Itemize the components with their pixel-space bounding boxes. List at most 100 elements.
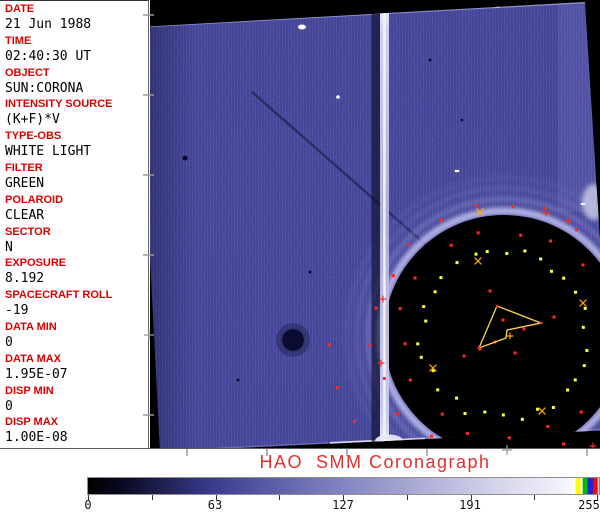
red-ring-marker <box>575 228 579 232</box>
colorbar-label: 255 <box>578 498 600 512</box>
metadata-field: SECTOR N <box>5 226 148 258</box>
metadata-field: OBJECT SUN:CORONA <box>5 67 148 99</box>
field-value: 1.00E-08 <box>5 430 68 446</box>
red-ring-marker <box>403 342 407 346</box>
yellow-ring-marker <box>483 410 487 414</box>
yellow-ring-marker <box>574 290 578 294</box>
colorbar-label: 0 <box>84 498 92 512</box>
yellow-ring-marker <box>431 369 435 373</box>
colorbar-label: 191 <box>459 498 481 512</box>
dark-spot <box>236 378 240 382</box>
red-ring-marker <box>449 243 453 247</box>
colorbar-tick <box>279 495 281 500</box>
red-ring-marker <box>353 419 357 423</box>
yellow-ring-marker <box>422 305 426 309</box>
red-ring-marker <box>408 378 412 382</box>
yellow-ring-marker <box>505 251 509 255</box>
field-label: SPACECRAFT ROLL <box>5 289 113 302</box>
field-label: SECTOR <box>5 225 51 238</box>
intensity-colorbar <box>87 477 600 495</box>
red-ring-marker <box>413 276 417 280</box>
field-value: -19 <box>5 303 29 319</box>
yellow-ring-marker <box>439 276 443 280</box>
field-value: 0 <box>5 334 13 350</box>
red-ring-marker <box>368 343 372 347</box>
x-marker <box>476 208 484 216</box>
white-spot <box>454 169 460 173</box>
metadata-field: DISP MIN 0 <box>5 385 148 417</box>
metadata-field: POLAROID CLEAR <box>5 194 148 226</box>
field-value: (K+F)*V <box>5 112 60 128</box>
red-ring-marker <box>511 205 515 209</box>
red-ring-marker <box>439 218 443 222</box>
yellow-ring-marker <box>424 319 428 323</box>
red-ring-marker <box>542 206 546 210</box>
polygon-vertex-dot <box>539 321 543 325</box>
metadata-field: TIME 02:40:30 UT <box>5 35 148 67</box>
colorbar-label: 127 <box>332 498 354 512</box>
field-label: TIME <box>5 34 32 47</box>
colorbar-tick <box>151 495 153 500</box>
metadata-field: TYPE-OBS WHITE LIGHT <box>5 130 148 162</box>
metadata-field: INTENSITY SOURCE (K+F)*V <box>5 98 148 130</box>
red-ring-marker <box>382 376 386 380</box>
field-value: GREEN <box>5 175 45 191</box>
yellow-ring-marker <box>474 252 478 256</box>
dust-blob <box>282 329 304 351</box>
field-label: POLAROID <box>5 193 64 206</box>
field-value: 21 Jun 1988 <box>5 17 92 32</box>
field-value: 02:40:30 UT <box>5 48 92 64</box>
red-ring-marker <box>579 410 583 414</box>
yellow-ring-marker <box>455 396 459 400</box>
photo-layer <box>150 2 600 448</box>
red-ring-marker <box>374 306 378 310</box>
x-marker <box>474 257 482 265</box>
red-ring-marker <box>475 204 479 208</box>
colorbar-label: 63 <box>207 498 223 512</box>
yellow-ring-marker <box>550 269 554 273</box>
metadata-field: DATE 21 Jun 1988 <box>5 3 148 35</box>
yellow-ring-marker <box>501 413 505 417</box>
field-label: DISP MIN <box>5 384 54 397</box>
red-ring-marker <box>395 412 399 416</box>
field-value: 8.192 <box>5 271 45 287</box>
field-value: CLEAR <box>5 207 45 223</box>
diagonal-streak <box>251 91 435 253</box>
red-scatter-marker <box>552 315 556 319</box>
red-ring-marker <box>398 307 402 311</box>
yellow-ring-marker <box>581 325 585 329</box>
yellow-ring-marker <box>485 250 489 254</box>
x-marker <box>429 364 437 372</box>
metadata-field: SPACECRAFT ROLL -19 <box>5 289 148 321</box>
field-label: OBJECT <box>5 66 50 79</box>
field-value: SUN:CORONA <box>5 80 84 96</box>
disk-glow <box>345 176 600 448</box>
pylon <box>380 2 389 448</box>
red-ring-marker <box>465 431 469 435</box>
red-scatter-marker <box>493 340 497 344</box>
occulting-disk <box>384 215 600 448</box>
red-ring-marker <box>507 436 511 440</box>
field-label: DATA MIN <box>5 320 57 333</box>
yellow-ring-marker <box>520 417 524 421</box>
yellow-ring-marker <box>573 378 577 382</box>
viewer-background <box>150 0 600 448</box>
metadata-field: DATA MAX 1.95E-07 <box>5 353 148 385</box>
white-spot <box>298 24 306 30</box>
white-spot <box>336 95 340 99</box>
yellow-ring-marker <box>585 348 589 352</box>
x-marker <box>538 407 546 415</box>
red-ring-marker <box>407 243 411 247</box>
white-spot <box>580 202 586 206</box>
field-value: WHITE LIGHT <box>5 144 92 160</box>
field-label: INTENSITY SOURCE <box>5 98 113 111</box>
colorbar-tick <box>406 495 408 500</box>
field-label: DATE <box>5 3 35 15</box>
red-ring-marker <box>335 386 339 390</box>
red-ring-marker <box>546 425 550 429</box>
selection-polygon <box>477 305 544 350</box>
red-ring-marker <box>561 442 565 446</box>
metadata-field: DISP MAX 1.00E-08 <box>5 416 148 448</box>
metadata-field: FILTER GREEN <box>5 162 148 194</box>
yellow-ring-marker <box>536 407 540 411</box>
